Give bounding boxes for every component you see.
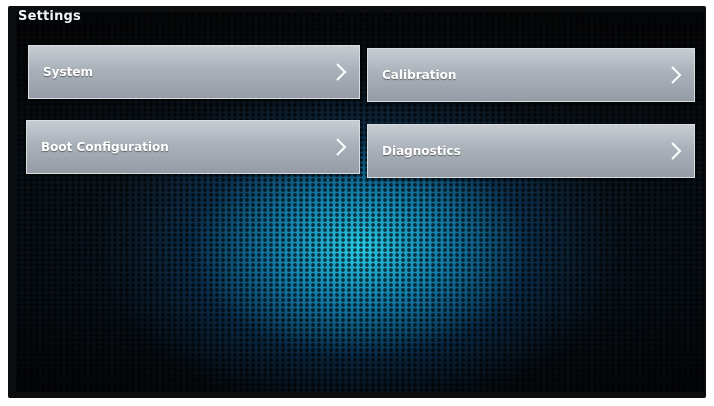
chevron-right-icon (671, 142, 682, 160)
diagnostics-label: Diagnostics (382, 144, 461, 158)
system-button[interactable]: System (28, 45, 360, 99)
diagnostics-button[interactable]: Diagnostics (367, 124, 695, 178)
page-title: Settings (18, 9, 81, 24)
system-label: System (43, 65, 93, 79)
boot-configuration-button[interactable]: Boot Configuration (26, 120, 360, 174)
calibration-button[interactable]: Calibration (367, 48, 695, 102)
chevron-right-icon (336, 138, 347, 156)
boot-configuration-label: Boot Configuration (41, 140, 169, 154)
chevron-right-icon (336, 63, 347, 81)
calibration-label: Calibration (382, 68, 457, 82)
device-frame: Settings System Calibration Boot Configu… (0, 0, 714, 406)
chevron-right-icon (671, 66, 682, 84)
